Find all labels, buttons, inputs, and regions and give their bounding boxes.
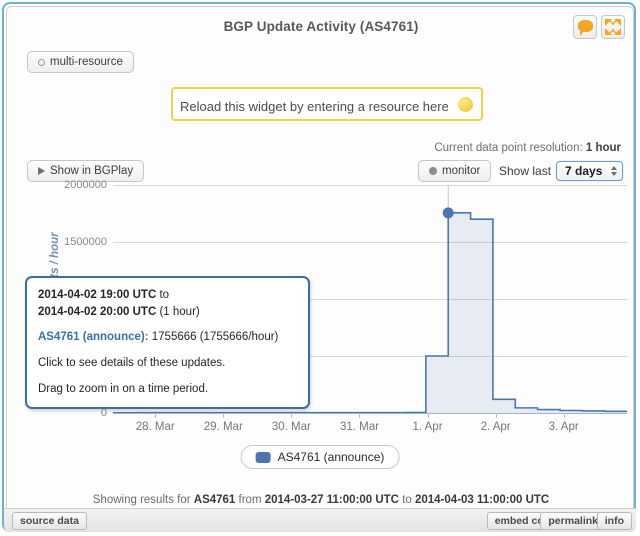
tooltip-hint-drag: Drag to zoom in on a time period. [38,382,209,395]
expand-arrows-icon [605,19,621,35]
x-tick-mark [223,413,225,418]
x-tick-mark [155,413,157,418]
tooltip-series-line: AS4761 (announce): 1755666 (1755666/hour… [38,329,297,346]
tooltip-time-to-line: 2014-04-02 20:00 UTC (1 hour) [38,304,297,321]
info-button[interactable]: info [596,512,632,530]
speech-bubble-icon [578,20,593,36]
reload-resource-bar[interactable] [171,87,483,121]
legend-label: AS4761 (announce) [277,450,385,464]
bgp-update-activity-widget: BGP Update Activity (AS4761) multi-resou… [0,0,640,536]
x-tick-label: 28. Mar [135,421,175,433]
widget-inner-frame: BGP Update Activity (AS4761) multi-resou… [6,6,634,528]
monitor-label: monitor [442,165,481,177]
tooltip-time-from-line: 2014-04-02 19:00 UTC to [38,287,297,304]
status-from: 2014-03-27 11:00:00 UTC [264,494,399,506]
x-tick-label: 31. Mar [339,421,379,433]
y-tick-label: 2000000 [64,179,107,191]
tooltip-duration: (1 hour) [159,305,200,318]
reload-knob-button[interactable] [458,97,473,112]
radio-circle-icon [38,58,45,66]
status-prefix: Showing results for [92,494,191,506]
x-tick-label: 3. Apr [548,421,579,433]
source-data-button[interactable]: source data [12,512,87,530]
status-resource: AS4761 [193,494,236,506]
status-line: Showing results for AS4761 from 2014-03-… [7,494,635,506]
x-tick-mark [359,413,361,418]
tooltip-time-to: 2014-04-02 20:00 UTC [38,305,157,318]
tooltip-time-from: 2014-04-02 19:00 UTC [38,289,157,301]
bottom-toolbar: source data embed code permalink info [4,508,636,532]
fullscreen-button[interactable] [601,15,625,39]
play-triangle-icon [38,167,45,175]
tooltip-series-name: AS4761 (announce): [38,331,149,344]
status-from-word: from [238,494,262,506]
show-last-control: Show last 7 days [499,161,624,181]
chart-x-axis-line [113,413,627,414]
status-to: 2014-04-03 11:00:00 UTC [414,494,550,506]
legend-color-swatch [255,451,271,463]
x-tick-label: 30. Mar [271,421,311,433]
tooltip-to-word: to [159,289,170,301]
monitor-button[interactable]: monitor [418,160,492,182]
multi-resource-label: multi-resource [50,56,123,68]
x-tick-mark [563,413,565,418]
multi-resource-button[interactable]: multi-resource [27,51,134,73]
chart-tooltip: 2014-04-02 19:00 UTC to 2014-04-02 20:00… [25,276,310,410]
show-last-value: 7 days [565,164,603,178]
x-tick-mark [291,413,293,418]
tooltip-series-value: 1755666 (1755666/hour) [151,331,279,344]
y-tick-label: 1500000 [64,236,107,248]
monitor-dot-icon [429,167,437,175]
data-point-resolution: Current data point resolution: 1 hour [434,142,621,154]
resolution-value: 1 hour [585,142,621,154]
x-tick-label: 29. Mar [203,421,243,433]
stepper-arrows-icon [611,166,618,176]
show-last-label: Show last [499,164,552,178]
bgplay-label: Show in BGPlay [50,165,134,177]
chart-legend-item[interactable]: AS4761 (announce) [240,445,400,469]
feedback-button[interactable] [573,15,597,39]
status-to-word: to [402,494,412,506]
show-last-select[interactable]: 7 days [556,161,624,181]
resource-input[interactable] [178,93,450,119]
resolution-prefix: Current data point resolution: [434,142,583,154]
x-tick-mark [427,413,429,418]
x-tick-label: 2. Apr [480,421,511,433]
x-tick-label: 1. Apr [412,421,443,433]
tooltip-hint-click: Click to see details of these updates. [38,357,226,370]
highlighted-data-point[interactable] [442,207,454,219]
page-title: BGP Update Activity (AS4761) [223,19,419,34]
x-tick-mark [495,413,497,418]
